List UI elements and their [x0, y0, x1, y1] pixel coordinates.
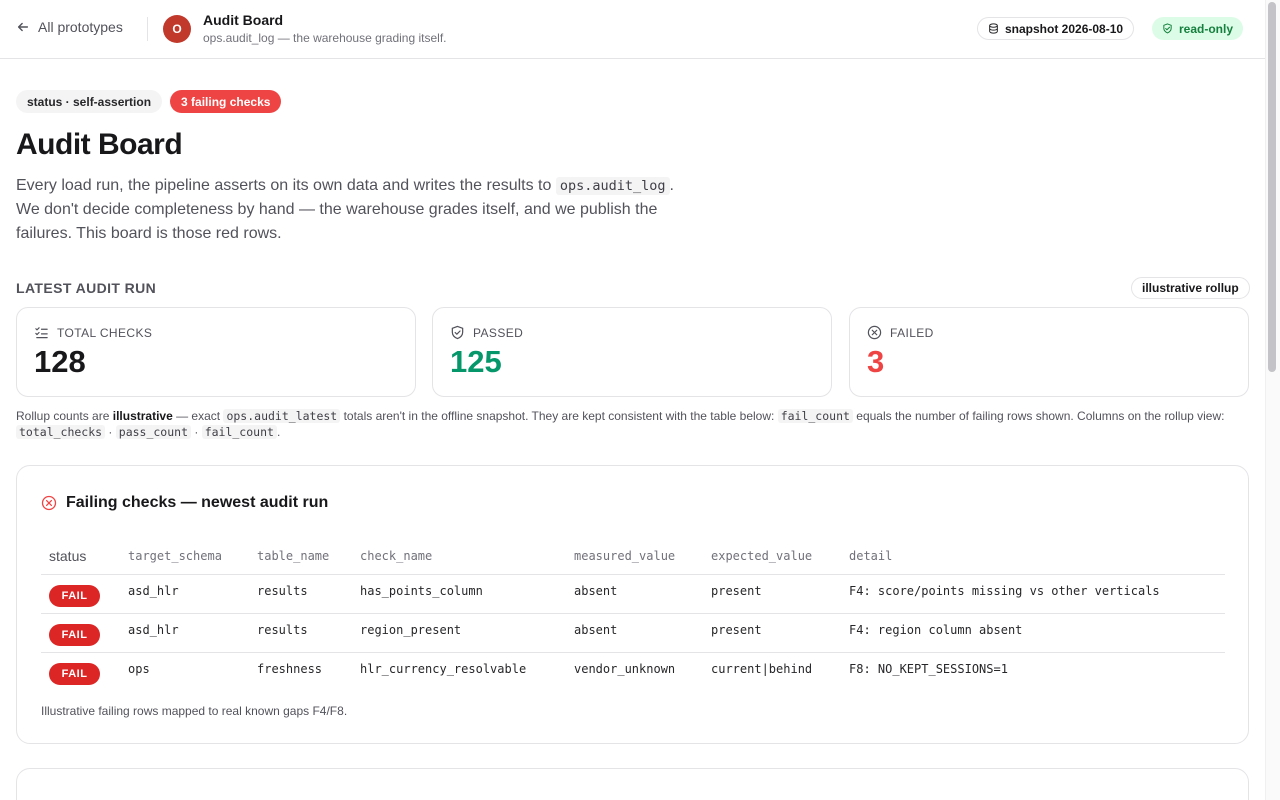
note-code: ops.audit_latest: [223, 409, 341, 423]
failing-checks-table: status target_schema table_name check_na…: [41, 541, 1225, 692]
intro-text-1: Every load run, the pipeline asserts on …: [16, 177, 552, 194]
cell-check-name: hlr_currency_resolvable: [360, 662, 527, 676]
cell-detail: F8: NO_KEPT_SESSIONS=1: [849, 662, 1008, 676]
col-header-check-name: check_name: [360, 549, 433, 563]
fail-badge: FAIL: [49, 624, 100, 646]
shield-check-icon: [451, 325, 464, 340]
cell-expected-value: present: [711, 623, 762, 637]
cell-measured-value: absent: [574, 623, 618, 637]
latest-run-label: LATEST AUDIT RUN: [16, 280, 157, 296]
header-divider: [147, 17, 148, 41]
arrow-left-icon: [17, 22, 29, 32]
scrollbar-thumb[interactable]: [1268, 2, 1276, 372]
failing-count-pill: 3 failing checks: [170, 90, 282, 113]
fail-badge: FAIL: [49, 663, 100, 685]
col-header-measured-value: measured_value: [574, 549, 676, 563]
status-pills: status · self-assertion 3 failing checks: [16, 90, 282, 113]
fail-badge: FAIL: [49, 585, 100, 607]
failed-value: 3: [867, 344, 885, 379]
total-checks-label-row: TOTAL CHECKS: [34, 325, 152, 340]
table-row: FAIL ops freshness hlr_currency_resolvab…: [41, 653, 1225, 692]
note-code: pass_count: [115, 425, 192, 439]
snapshot-chip: snapshot 2026-08-10: [977, 17, 1135, 40]
note-text: — exact: [172, 409, 224, 423]
cell-detail: F4: score/points missing vs other vertic…: [849, 584, 1160, 598]
page-title: Audit Board: [16, 128, 183, 161]
readonly-chip: read-only: [1152, 17, 1244, 40]
note-code: fail_count: [201, 425, 277, 439]
cell-table-name: results: [257, 584, 308, 598]
app-title: Audit Board: [203, 12, 284, 28]
cell-target-schema: asd_hlr: [128, 584, 179, 598]
database-icon: [989, 23, 998, 34]
intro-code: ops.audit_log: [555, 177, 670, 195]
passed-label-row: PASSED: [450, 325, 523, 340]
failed-card: FAILED 3: [849, 307, 1249, 397]
cell-check-name: has_points_column: [360, 584, 483, 598]
cell-table-name: freshness: [257, 662, 323, 676]
total-checks-card: TOTAL CHECKS 128: [16, 307, 416, 397]
intro-paragraph: Every load run, the pipeline asserts on …: [16, 174, 696, 246]
failing-checks-heading: Failing checks — newest audit run: [41, 494, 328, 512]
cell-expected-value: present: [711, 584, 762, 598]
passed-value: 125: [450, 344, 502, 379]
cell-measured-value: absent: [574, 584, 618, 598]
col-header-target-schema: target_schema: [128, 549, 222, 563]
note-separator: ·: [191, 425, 202, 439]
note-text: Rollup counts are: [16, 409, 113, 423]
checklist-icon: [35, 327, 48, 339]
note-emphasis: illustrative: [112, 409, 173, 423]
cell-table-name: results: [257, 623, 308, 637]
cell-measured-value: vendor_unknown: [574, 662, 676, 676]
col-header-detail: detail: [849, 549, 893, 563]
back-label: All prototypes: [38, 19, 123, 35]
table-header: status target_schema table_name check_na…: [41, 541, 1225, 575]
passed-label: PASSED: [473, 325, 524, 340]
app-subtitle: ops.audit_log — the warehouse grading it…: [203, 31, 447, 45]
col-header-table-name: table_name: [257, 549, 330, 563]
cell-expected-value: current|behind: [711, 662, 813, 676]
top-bar: All prototypes O Audit Board ops.audit_l…: [0, 0, 1265, 59]
next-panel: [16, 768, 1249, 800]
status-pill: status · self-assertion: [16, 90, 163, 113]
table-row: FAIL asd_hlr results has_points_column a…: [41, 575, 1225, 614]
x-circle-icon: [867, 325, 882, 340]
cell-target-schema: ops: [128, 662, 150, 676]
failed-label: FAILED: [890, 325, 934, 340]
avatar: O: [163, 15, 191, 43]
col-header-expected-value: expected_value: [711, 549, 813, 563]
rollup-note: Rollup counts are illustrative — exact o…: [16, 408, 1248, 440]
cell-check-name: region_present: [360, 623, 462, 637]
snapshot-label: snapshot 2026-08-10: [1005, 21, 1124, 36]
col-header-status: status: [49, 548, 87, 564]
failing-footnote: Illustrative failing rows mapped to real…: [41, 704, 348, 718]
readonly-label: read-only: [1179, 21, 1234, 36]
cell-detail: F4: region column absent: [849, 623, 1023, 637]
failing-checks-panel: Failing checks — newest audit run status…: [16, 465, 1249, 744]
x-circle-icon: [41, 495, 57, 511]
note-text: totals aren't in the offline snapshot. T…: [340, 409, 778, 423]
note-code: total_checks: [16, 425, 106, 439]
back-to-prototypes-link[interactable]: All prototypes: [16, 19, 123, 35]
illustrative-rollup-chip: illustrative rollup: [1131, 277, 1250, 299]
note-separator: ·: [105, 425, 116, 439]
passed-card: PASSED 125: [432, 307, 832, 397]
note-code: fail_count: [777, 409, 853, 423]
total-checks-label: TOTAL CHECKS: [57, 325, 153, 340]
table-row: FAIL asd_hlr results region_present abse…: [41, 614, 1225, 653]
failed-label-row: FAILED: [867, 325, 934, 340]
note-text: equals the number of failing rows shown.…: [852, 409, 1225, 423]
note-text: .: [276, 425, 281, 439]
failing-checks-title: Failing checks — newest audit run: [66, 494, 329, 511]
cell-target-schema: asd_hlr: [128, 623, 179, 637]
total-checks-value: 128: [34, 344, 86, 379]
shield-check-icon: [1163, 23, 1172, 34]
